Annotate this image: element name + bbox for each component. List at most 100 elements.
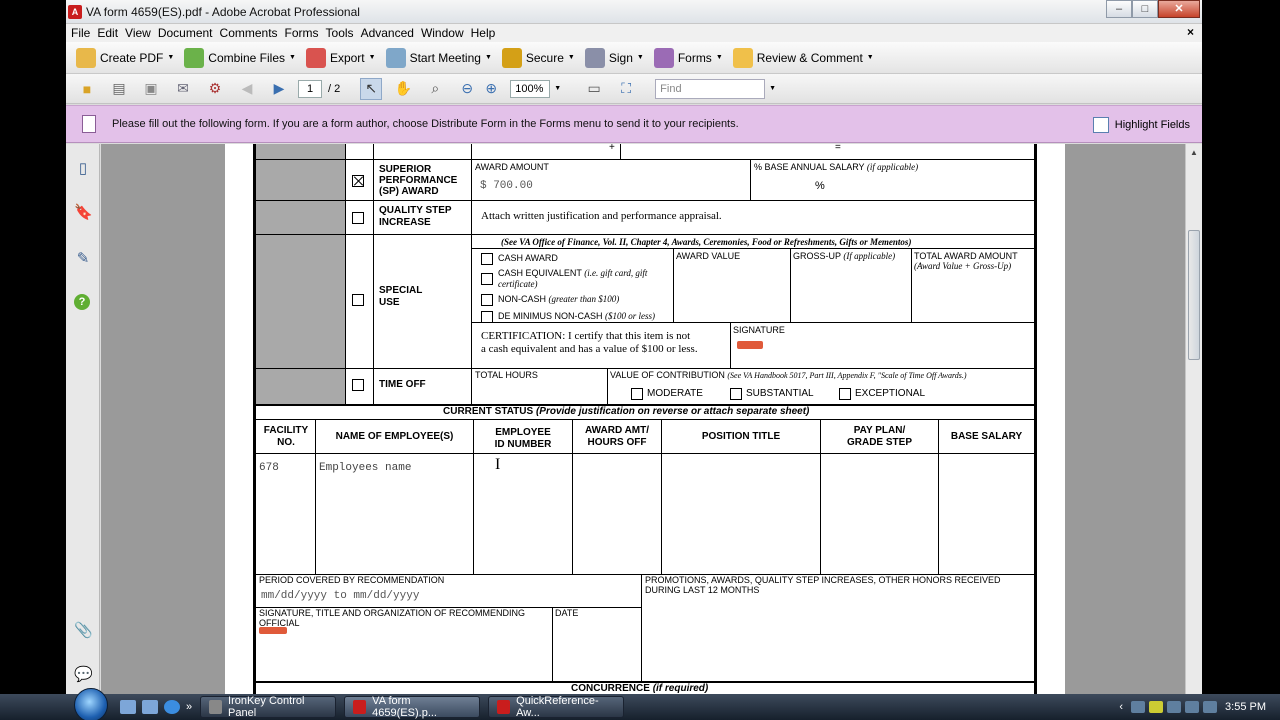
- qsi-checkbox[interactable]: [352, 212, 364, 224]
- email-icon[interactable]: ✉: [172, 78, 194, 100]
- menu-tools[interactable]: Tools: [326, 26, 354, 40]
- scroll-up-icon[interactable]: ▲: [1190, 148, 1198, 157]
- help-icon[interactable]: ?: [74, 294, 90, 310]
- internet-explorer-icon[interactable]: [164, 700, 180, 714]
- menu-advanced[interactable]: Advanced: [361, 26, 414, 40]
- comments-icon[interactable]: 💬: [74, 666, 93, 684]
- sign-button[interactable]: Sign ▼: [584, 47, 644, 68]
- volume-icon[interactable]: [1185, 701, 1200, 713]
- print-icon[interactable]: ▤: [108, 78, 130, 100]
- show-desktop-icon[interactable]: [120, 700, 136, 714]
- substantial-checkbox[interactable]: [730, 388, 742, 400]
- menu-help[interactable]: Help: [471, 26, 496, 40]
- comment-icon: [732, 47, 753, 68]
- document-close-button[interactable]: ×: [1187, 25, 1194, 39]
- document-viewport: + = SUPERIOR PERFORMANCE (SP) AWARD AWAR…: [101, 144, 1185, 694]
- col-employee-id: EMPLOYEE ID NUMBER: [474, 427, 572, 451]
- vertical-scrollbar[interactable]: ▲: [1185, 144, 1202, 694]
- start-button[interactable]: [74, 688, 108, 720]
- award-amt-field[interactable]: [573, 454, 661, 574]
- sp-award-checkbox[interactable]: [352, 175, 364, 187]
- signatures-icon[interactable]: ✎: [74, 250, 92, 268]
- exceptional-checkbox[interactable]: [839, 388, 851, 400]
- open-folder-icon[interactable]: ■: [76, 78, 98, 100]
- menu-document[interactable]: Document: [158, 26, 213, 40]
- previous-page-icon[interactable]: ◀: [236, 78, 258, 100]
- export-button[interactable]: Export ▼: [305, 47, 376, 68]
- zoom-dropdown-arrow-icon[interactable]: ▼: [554, 85, 561, 92]
- cash-award-checkbox[interactable]: [481, 253, 493, 265]
- power-icon[interactable]: [1203, 701, 1218, 713]
- menu-edit[interactable]: Edit: [97, 26, 118, 40]
- col-name: NAME OF EMPLOYEE(S): [335, 431, 454, 442]
- find-input[interactable]: Find: [655, 78, 766, 99]
- employee-id-field[interactable]: [474, 454, 572, 574]
- facility-field[interactable]: 678: [259, 462, 279, 474]
- taskbar-item-quickreference[interactable]: QuickReference-Aw...: [488, 695, 625, 719]
- award-amount-field[interactable]: $ 700.00: [480, 180, 533, 192]
- pay-plan-field[interactable]: [821, 454, 938, 574]
- scroll-thumb[interactable]: [1188, 230, 1200, 360]
- bookmarks-icon[interactable]: 🔖: [74, 204, 93, 222]
- employee-name-field[interactable]: Employees name: [319, 462, 411, 474]
- monitor-icon[interactable]: [1167, 701, 1182, 713]
- fit-width-icon[interactable]: ⛶: [615, 78, 637, 100]
- hand-tool-icon[interactable]: ✋: [392, 78, 414, 100]
- menu-window[interactable]: Window: [421, 26, 464, 40]
- sig-official-label: SIGNATURE, TITLE AND ORGANIZATION OF REC…: [259, 608, 525, 628]
- pages-icon[interactable]: ▯: [74, 160, 92, 178]
- time-off-checkbox[interactable]: [352, 379, 364, 391]
- review-comment-button[interactable]: Review & Comment ▼: [732, 47, 874, 68]
- moderate-checkbox[interactable]: [631, 388, 643, 400]
- cash-equivalent-checkbox[interactable]: [481, 273, 493, 285]
- save-icon[interactable]: ▣: [140, 78, 162, 100]
- menu-file[interactable]: File: [71, 26, 90, 40]
- minimize-button[interactable]: –: [1106, 0, 1132, 18]
- divider: [673, 248, 674, 322]
- window-title: VA form 4659(ES).pdf - Adobe Acrobat Pro…: [86, 4, 360, 19]
- zoom-level-select[interactable]: 100%: [510, 79, 551, 98]
- taskbar-item-ironkey[interactable]: IronKey Control Panel: [200, 695, 337, 719]
- base-salary-field[interactable]: [939, 454, 1034, 574]
- close-button[interactable]: ✕: [1158, 0, 1200, 18]
- combine-files-button[interactable]: Combine Files ▼: [184, 47, 296, 68]
- select-tool-icon[interactable]: ↖: [360, 77, 383, 100]
- next-page-icon[interactable]: ▶: [268, 78, 290, 100]
- position-title-field[interactable]: [662, 454, 820, 574]
- row-line: [471, 248, 1034, 249]
- switch-windows-icon[interactable]: [142, 700, 158, 714]
- find-dropdown-arrow-icon[interactable]: ▼: [769, 85, 776, 92]
- network-icon[interactable]: [1131, 701, 1146, 713]
- secure-button[interactable]: Secure ▼: [501, 47, 575, 68]
- create-pdf-button[interactable]: Create PDF ▼: [76, 47, 174, 68]
- moderate-label: MODERATE: [647, 388, 703, 399]
- maximize-button[interactable]: □: [1132, 0, 1158, 18]
- divider: [620, 144, 621, 159]
- pct-field[interactable]: %: [815, 180, 825, 192]
- period-field[interactable]: mm/dd/yyyy to mm/dd/yyyy: [261, 590, 419, 602]
- share-icon[interactable]: ⚙: [204, 78, 226, 100]
- attachments-icon[interactable]: 📎: [74, 622, 93, 640]
- sign-here-flag-icon[interactable]: [259, 627, 287, 634]
- start-meeting-button[interactable]: Start Meeting ▼: [385, 47, 492, 68]
- non-cash-checkbox[interactable]: [481, 294, 493, 306]
- zoom-tool-icon[interactable]: ⌕: [424, 78, 446, 100]
- sign-here-flag-icon[interactable]: [737, 341, 763, 349]
- quicklaunch-overflow-icon[interactable]: »: [186, 701, 192, 713]
- zoom-in-icon[interactable]: ⊕: [480, 78, 502, 100]
- zoom-out-icon[interactable]: ⊖: [456, 78, 478, 100]
- page-number-input[interactable]: 1: [298, 79, 322, 98]
- highlight-fields-button[interactable]: Highlight Fields: [1087, 113, 1196, 137]
- menu-comments[interactable]: Comments: [220, 26, 278, 40]
- shield-icon[interactable]: [1149, 701, 1164, 713]
- menu-forms[interactable]: Forms: [285, 26, 319, 40]
- clock[interactable]: 3:55 PM: [1225, 701, 1266, 713]
- special-use-checkbox[interactable]: [352, 294, 364, 306]
- fit-page-icon[interactable]: ▭: [583, 78, 605, 100]
- value-contribution-text: VALUE OF CONTRIBUTION: [610, 370, 725, 380]
- tray-expand-icon[interactable]: ‹: [1119, 701, 1123, 713]
- acrobat-window: A VA form 4659(ES).pdf - Adobe Acrobat P…: [66, 0, 1202, 694]
- menu-view[interactable]: View: [125, 26, 151, 40]
- forms-button[interactable]: Forms ▼: [653, 47, 723, 68]
- taskbar-item-va-form[interactable]: VA form 4659(ES).p...: [344, 695, 481, 719]
